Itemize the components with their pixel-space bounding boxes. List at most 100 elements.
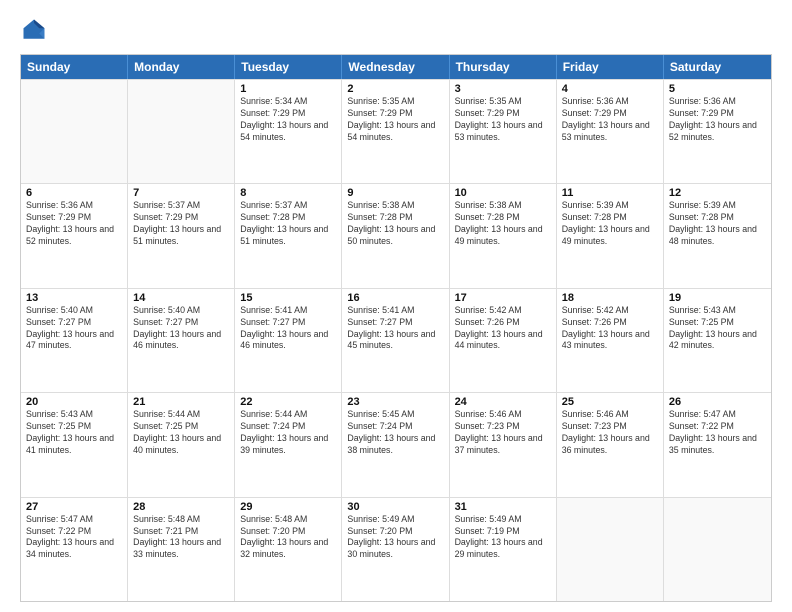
- cell-info: Sunrise: 5:42 AMSunset: 7:26 PMDaylight:…: [455, 305, 551, 353]
- calendar-cell: 18 Sunrise: 5:42 AMSunset: 7:26 PMDaylig…: [557, 289, 664, 392]
- day-number: 1: [240, 83, 336, 95]
- cell-info: Sunrise: 5:49 AMSunset: 7:20 PMDaylight:…: [347, 514, 443, 562]
- cell-info: Sunrise: 5:46 AMSunset: 7:23 PMDaylight:…: [455, 409, 551, 457]
- calendar-body: 1 Sunrise: 5:34 AMSunset: 7:29 PMDayligh…: [21, 79, 771, 601]
- weekday-header: Monday: [128, 55, 235, 79]
- weekday-header: Thursday: [450, 55, 557, 79]
- cell-info: Sunrise: 5:44 AMSunset: 7:25 PMDaylight:…: [133, 409, 229, 457]
- calendar-cell: 30 Sunrise: 5:49 AMSunset: 7:20 PMDaylig…: [342, 498, 449, 601]
- calendar-header: SundayMondayTuesdayWednesdayThursdayFrid…: [21, 55, 771, 79]
- day-number: 8: [240, 187, 336, 199]
- cell-info: Sunrise: 5:36 AMSunset: 7:29 PMDaylight:…: [562, 96, 658, 144]
- calendar: SundayMondayTuesdayWednesdayThursdayFrid…: [20, 54, 772, 602]
- calendar-cell: [128, 80, 235, 183]
- day-number: 14: [133, 292, 229, 304]
- calendar-cell: 25 Sunrise: 5:46 AMSunset: 7:23 PMDaylig…: [557, 393, 664, 496]
- cell-info: Sunrise: 5:47 AMSunset: 7:22 PMDaylight:…: [26, 514, 122, 562]
- weekday-header: Saturday: [664, 55, 771, 79]
- day-number: 30: [347, 501, 443, 513]
- cell-info: Sunrise: 5:42 AMSunset: 7:26 PMDaylight:…: [562, 305, 658, 353]
- day-number: 26: [669, 396, 766, 408]
- day-number: 27: [26, 501, 122, 513]
- weekday-header: Wednesday: [342, 55, 449, 79]
- weekday-header: Tuesday: [235, 55, 342, 79]
- calendar-cell: 27 Sunrise: 5:47 AMSunset: 7:22 PMDaylig…: [21, 498, 128, 601]
- cell-info: Sunrise: 5:38 AMSunset: 7:28 PMDaylight:…: [347, 200, 443, 248]
- day-number: 3: [455, 83, 551, 95]
- day-number: 7: [133, 187, 229, 199]
- cell-info: Sunrise: 5:36 AMSunset: 7:29 PMDaylight:…: [26, 200, 122, 248]
- calendar-cell: 6 Sunrise: 5:36 AMSunset: 7:29 PMDayligh…: [21, 184, 128, 287]
- day-number: 24: [455, 396, 551, 408]
- day-number: 9: [347, 187, 443, 199]
- calendar-cell: [557, 498, 664, 601]
- calendar-cell: 1 Sunrise: 5:34 AMSunset: 7:29 PMDayligh…: [235, 80, 342, 183]
- day-number: 23: [347, 396, 443, 408]
- day-number: 22: [240, 396, 336, 408]
- calendar-row: 27 Sunrise: 5:47 AMSunset: 7:22 PMDaylig…: [21, 497, 771, 601]
- cell-info: Sunrise: 5:37 AMSunset: 7:29 PMDaylight:…: [133, 200, 229, 248]
- cell-info: Sunrise: 5:41 AMSunset: 7:27 PMDaylight:…: [240, 305, 336, 353]
- cell-info: Sunrise: 5:46 AMSunset: 7:23 PMDaylight:…: [562, 409, 658, 457]
- day-number: 2: [347, 83, 443, 95]
- calendar-row: 6 Sunrise: 5:36 AMSunset: 7:29 PMDayligh…: [21, 183, 771, 287]
- day-number: 29: [240, 501, 336, 513]
- logo-icon: [20, 16, 48, 44]
- calendar-row: 20 Sunrise: 5:43 AMSunset: 7:25 PMDaylig…: [21, 392, 771, 496]
- calendar-cell: 3 Sunrise: 5:35 AMSunset: 7:29 PMDayligh…: [450, 80, 557, 183]
- day-number: 19: [669, 292, 766, 304]
- calendar-cell: 2 Sunrise: 5:35 AMSunset: 7:29 PMDayligh…: [342, 80, 449, 183]
- cell-info: Sunrise: 5:34 AMSunset: 7:29 PMDaylight:…: [240, 96, 336, 144]
- calendar-cell: 24 Sunrise: 5:46 AMSunset: 7:23 PMDaylig…: [450, 393, 557, 496]
- calendar-cell: 29 Sunrise: 5:48 AMSunset: 7:20 PMDaylig…: [235, 498, 342, 601]
- day-number: 31: [455, 501, 551, 513]
- day-number: 16: [347, 292, 443, 304]
- day-number: 11: [562, 187, 658, 199]
- calendar-cell: 17 Sunrise: 5:42 AMSunset: 7:26 PMDaylig…: [450, 289, 557, 392]
- page: SundayMondayTuesdayWednesdayThursdayFrid…: [0, 0, 792, 612]
- calendar-row: 1 Sunrise: 5:34 AMSunset: 7:29 PMDayligh…: [21, 79, 771, 183]
- calendar-cell: 26 Sunrise: 5:47 AMSunset: 7:22 PMDaylig…: [664, 393, 771, 496]
- day-number: 5: [669, 83, 766, 95]
- cell-info: Sunrise: 5:45 AMSunset: 7:24 PMDaylight:…: [347, 409, 443, 457]
- cell-info: Sunrise: 5:37 AMSunset: 7:28 PMDaylight:…: [240, 200, 336, 248]
- day-number: 6: [26, 187, 122, 199]
- cell-info: Sunrise: 5:36 AMSunset: 7:29 PMDaylight:…: [669, 96, 766, 144]
- day-number: 28: [133, 501, 229, 513]
- cell-info: Sunrise: 5:35 AMSunset: 7:29 PMDaylight:…: [455, 96, 551, 144]
- calendar-cell: 11 Sunrise: 5:39 AMSunset: 7:28 PMDaylig…: [557, 184, 664, 287]
- cell-info: Sunrise: 5:44 AMSunset: 7:24 PMDaylight:…: [240, 409, 336, 457]
- cell-info: Sunrise: 5:40 AMSunset: 7:27 PMDaylight:…: [133, 305, 229, 353]
- calendar-cell: 20 Sunrise: 5:43 AMSunset: 7:25 PMDaylig…: [21, 393, 128, 496]
- cell-info: Sunrise: 5:35 AMSunset: 7:29 PMDaylight:…: [347, 96, 443, 144]
- day-number: 20: [26, 396, 122, 408]
- calendar-cell: 31 Sunrise: 5:49 AMSunset: 7:19 PMDaylig…: [450, 498, 557, 601]
- calendar-cell: 9 Sunrise: 5:38 AMSunset: 7:28 PMDayligh…: [342, 184, 449, 287]
- cell-info: Sunrise: 5:43 AMSunset: 7:25 PMDaylight:…: [669, 305, 766, 353]
- cell-info: Sunrise: 5:49 AMSunset: 7:19 PMDaylight:…: [455, 514, 551, 562]
- calendar-cell: [664, 498, 771, 601]
- calendar-cell: 15 Sunrise: 5:41 AMSunset: 7:27 PMDaylig…: [235, 289, 342, 392]
- weekday-header: Sunday: [21, 55, 128, 79]
- weekday-header: Friday: [557, 55, 664, 79]
- cell-info: Sunrise: 5:48 AMSunset: 7:21 PMDaylight:…: [133, 514, 229, 562]
- day-number: 12: [669, 187, 766, 199]
- day-number: 21: [133, 396, 229, 408]
- header: [20, 16, 772, 44]
- day-number: 18: [562, 292, 658, 304]
- day-number: 17: [455, 292, 551, 304]
- day-number: 15: [240, 292, 336, 304]
- calendar-cell: 23 Sunrise: 5:45 AMSunset: 7:24 PMDaylig…: [342, 393, 449, 496]
- cell-info: Sunrise: 5:39 AMSunset: 7:28 PMDaylight:…: [562, 200, 658, 248]
- cell-info: Sunrise: 5:47 AMSunset: 7:22 PMDaylight:…: [669, 409, 766, 457]
- cell-info: Sunrise: 5:41 AMSunset: 7:27 PMDaylight:…: [347, 305, 443, 353]
- calendar-cell: 21 Sunrise: 5:44 AMSunset: 7:25 PMDaylig…: [128, 393, 235, 496]
- cell-info: Sunrise: 5:38 AMSunset: 7:28 PMDaylight:…: [455, 200, 551, 248]
- cell-info: Sunrise: 5:43 AMSunset: 7:25 PMDaylight:…: [26, 409, 122, 457]
- calendar-cell: 16 Sunrise: 5:41 AMSunset: 7:27 PMDaylig…: [342, 289, 449, 392]
- calendar-cell: 7 Sunrise: 5:37 AMSunset: 7:29 PMDayligh…: [128, 184, 235, 287]
- calendar-cell: 19 Sunrise: 5:43 AMSunset: 7:25 PMDaylig…: [664, 289, 771, 392]
- calendar-cell: 22 Sunrise: 5:44 AMSunset: 7:24 PMDaylig…: [235, 393, 342, 496]
- cell-info: Sunrise: 5:40 AMSunset: 7:27 PMDaylight:…: [26, 305, 122, 353]
- calendar-cell: 10 Sunrise: 5:38 AMSunset: 7:28 PMDaylig…: [450, 184, 557, 287]
